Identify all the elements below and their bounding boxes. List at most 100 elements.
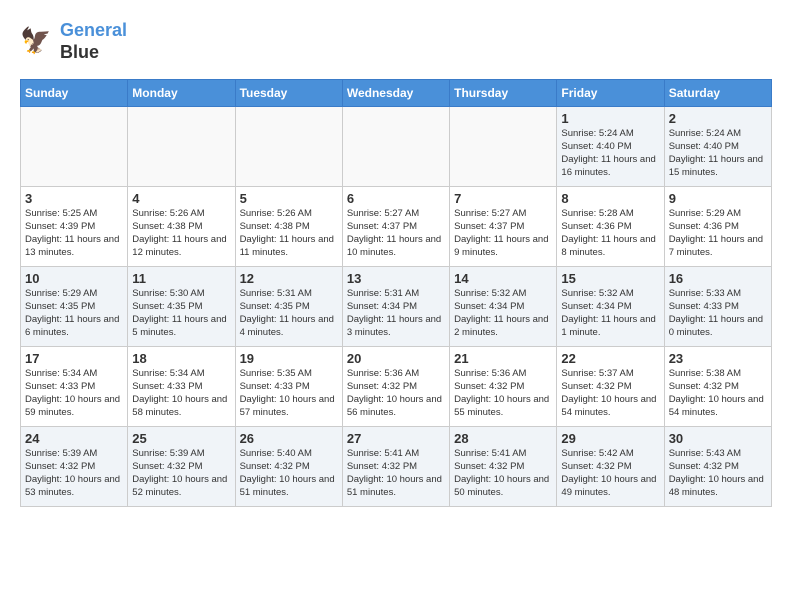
day-details: Sunrise: 5:26 AM Sunset: 4:38 PM Dayligh… — [132, 208, 230, 259]
calendar-cell: 19Sunrise: 5:35 AM Sunset: 4:33 PM Dayli… — [235, 347, 342, 427]
page-header: 🦅 GeneralBlue — [20, 20, 772, 63]
day-number: 2 — [669, 111, 767, 126]
day-number: 20 — [347, 351, 445, 366]
day-number: 5 — [240, 191, 338, 206]
calendar-cell: 23 Sunrise: 5:38 AM Sunset: 4:32 PM Dayli… — [664, 347, 771, 427]
calendar-cell: 22 Sunrise: 5:37 AM Sunset: 4:32 PM Dayli… — [557, 347, 664, 427]
day-details: Sunrise: 5:43 AM Sunset: 4:32 PM Dayligh… — [669, 448, 767, 499]
day-number: 14 — [454, 271, 552, 286]
day-details: Sunrise: 5:24 AM Sunset: 4:40 PM Dayligh… — [561, 128, 659, 179]
day-details: Sunrise: 5:37 AM Sunset: 4:32 PM Dayligh… — [561, 368, 659, 419]
day-details: Sunrise: 5:31 AM Sunset: 4:35 PM Dayligh… — [240, 288, 338, 339]
day-number: 22 — [561, 351, 659, 366]
calendar-cell: 26 Sunrise: 5:40 AM Sunset: 4:32 PM Dayli… — [235, 427, 342, 507]
day-number: 10 — [25, 271, 123, 286]
calendar-cell: 3 Sunrise: 5:25 AM Sunset: 4:39 PM Daylig… — [21, 187, 128, 267]
day-number: 23 — [669, 351, 767, 366]
calendar-cell: 24 Sunrise: 5:39 AM Sunset: 4:32 PM Dayli… — [21, 427, 128, 507]
day-details: Sunrise: 5:29 AM Sunset: 4:36 PM Dayligh… — [669, 208, 767, 259]
day-details: Sunrise: 5:35 AM Sunset: 4:33 PM Dayligh… — [240, 368, 338, 419]
calendar-cell: 17 Sunrise: 5:34 AM Sunset: 4:33 PM Dayli… — [21, 347, 128, 427]
day-number: 21 — [454, 351, 552, 366]
day-details: Sunrise: 5:24 AM Sunset: 4:40 PM Dayligh… — [669, 128, 767, 179]
weekday-header-tuesday: Tuesday — [235, 80, 342, 107]
calendar-cell: 5 Sunrise: 5:26 AM Sunset: 4:38 PM Daylig… — [235, 187, 342, 267]
day-number: 30 — [669, 431, 767, 446]
day-details: Sunrise: 5:36 AM Sunset: 4:32 PM Dayligh… — [347, 368, 445, 419]
day-details: Sunrise: 5:33 AM Sunset: 4:33 PM Dayligh… — [669, 288, 767, 339]
svg-text:🦅: 🦅 — [20, 25, 51, 55]
calendar-cell: 9Sunrise: 5:29 AM Sunset: 4:36 PM Daylig… — [664, 187, 771, 267]
day-number: 11 — [132, 271, 230, 286]
calendar-table: SundayMondayTuesdayWednesdayThursdayFrid… — [20, 79, 772, 507]
day-details: Sunrise: 5:42 AM Sunset: 4:32 PM Dayligh… — [561, 448, 659, 499]
day-number: 13 — [347, 271, 445, 286]
calendar-cell: 1Sunrise: 5:24 AM Sunset: 4:40 PM Daylig… — [557, 107, 664, 187]
day-details: Sunrise: 5:34 AM Sunset: 4:33 PM Dayligh… — [132, 368, 230, 419]
calendar-cell: 20 Sunrise: 5:36 AM Sunset: 4:32 PM Dayli… — [342, 347, 449, 427]
calendar-cell: 30 Sunrise: 5:43 AM Sunset: 4:32 PM Dayli… — [664, 427, 771, 507]
day-details: Sunrise: 5:32 AM Sunset: 4:34 PM Dayligh… — [454, 288, 552, 339]
day-number: 12 — [240, 271, 338, 286]
calendar-cell: 13 Sunrise: 5:31 AM Sunset: 4:34 PM Dayli… — [342, 267, 449, 347]
day-number: 28 — [454, 431, 552, 446]
calendar-cell: 12 Sunrise: 5:31 AM Sunset: 4:35 PM Dayli… — [235, 267, 342, 347]
day-details: Sunrise: 5:41 AM Sunset: 4:32 PM Dayligh… — [347, 448, 445, 499]
weekday-header-saturday: Saturday — [664, 80, 771, 107]
day-details: Sunrise: 5:27 AM Sunset: 4:37 PM Dayligh… — [454, 208, 552, 259]
day-number: 3 — [25, 191, 123, 206]
day-details: Sunrise: 5:29 AM Sunset: 4:35 PM Dayligh… — [25, 288, 123, 339]
day-details: Sunrise: 5:32 AM Sunset: 4:34 PM Dayligh… — [561, 288, 659, 339]
day-details: Sunrise: 5:25 AM Sunset: 4:39 PM Dayligh… — [25, 208, 123, 259]
calendar-cell — [128, 107, 235, 187]
day-number: 27 — [347, 431, 445, 446]
calendar-cell: 8 Sunrise: 5:28 AM Sunset: 4:36 PM Daylig… — [557, 187, 664, 267]
calendar-cell: 28Sunrise: 5:41 AM Sunset: 4:32 PM Dayli… — [450, 427, 557, 507]
day-number: 15 — [561, 271, 659, 286]
weekday-header-friday: Friday — [557, 80, 664, 107]
calendar-cell — [450, 107, 557, 187]
day-number: 16 — [669, 271, 767, 286]
calendar-cell: 29 Sunrise: 5:42 AM Sunset: 4:32 PM Dayli… — [557, 427, 664, 507]
day-details: Sunrise: 5:40 AM Sunset: 4:32 PM Dayligh… — [240, 448, 338, 499]
weekday-header-monday: Monday — [128, 80, 235, 107]
calendar-cell — [235, 107, 342, 187]
day-details: Sunrise: 5:28 AM Sunset: 4:36 PM Dayligh… — [561, 208, 659, 259]
weekday-header-wednesday: Wednesday — [342, 80, 449, 107]
logo-icon: 🦅 — [20, 24, 56, 60]
day-number: 17 — [25, 351, 123, 366]
calendar-cell: 10 Sunrise: 5:29 AM Sunset: 4:35 PM Dayli… — [21, 267, 128, 347]
day-number: 24 — [25, 431, 123, 446]
calendar-cell: 14 Sunrise: 5:32 AM Sunset: 4:34 PM Dayli… — [450, 267, 557, 347]
day-number: 4 — [132, 191, 230, 206]
calendar-cell: 4 Sunrise: 5:26 AM Sunset: 4:38 PM Daylig… — [128, 187, 235, 267]
calendar-cell: 11 Sunrise: 5:30 AM Sunset: 4:35 PM Dayli… — [128, 267, 235, 347]
calendar-cell: 15 Sunrise: 5:32 AM Sunset: 4:34 PM Dayli… — [557, 267, 664, 347]
day-details: Sunrise: 5:36 AM Sunset: 4:32 PM Dayligh… — [454, 368, 552, 419]
calendar-cell: 27 Sunrise: 5:41 AM Sunset: 4:32 PM Dayli… — [342, 427, 449, 507]
day-number: 29 — [561, 431, 659, 446]
weekday-header-sunday: Sunday — [21, 80, 128, 107]
day-details: Sunrise: 5:27 AM Sunset: 4:37 PM Dayligh… — [347, 208, 445, 259]
calendar-cell: 18Sunrise: 5:34 AM Sunset: 4:33 PM Dayli… — [128, 347, 235, 427]
day-details: Sunrise: 5:31 AM Sunset: 4:34 PM Dayligh… — [347, 288, 445, 339]
day-number: 8 — [561, 191, 659, 206]
calendar-cell: 7 Sunrise: 5:27 AM Sunset: 4:37 PM Daylig… — [450, 187, 557, 267]
day-number: 6 — [347, 191, 445, 206]
calendar-cell: 2 Sunrise: 5:24 AM Sunset: 4:40 PM Daylig… — [664, 107, 771, 187]
day-number: 26 — [240, 431, 338, 446]
calendar-cell: 6 Sunrise: 5:27 AM Sunset: 4:37 PM Daylig… — [342, 187, 449, 267]
day-details: Sunrise: 5:26 AM Sunset: 4:38 PM Dayligh… — [240, 208, 338, 259]
calendar-cell: 25Sunrise: 5:39 AM Sunset: 4:32 PM Dayli… — [128, 427, 235, 507]
logo: 🦅 GeneralBlue — [20, 20, 127, 63]
day-details: Sunrise: 5:38 AM Sunset: 4:32 PM Dayligh… — [669, 368, 767, 419]
calendar-cell — [21, 107, 128, 187]
weekday-header-thursday: Thursday — [450, 80, 557, 107]
calendar-cell — [342, 107, 449, 187]
calendar-header: SundayMondayTuesdayWednesdayThursdayFrid… — [21, 80, 772, 107]
day-details: Sunrise: 5:39 AM Sunset: 4:32 PM Dayligh… — [25, 448, 123, 499]
day-number: 7 — [454, 191, 552, 206]
day-details: Sunrise: 5:34 AM Sunset: 4:33 PM Dayligh… — [25, 368, 123, 419]
day-details: Sunrise: 5:30 AM Sunset: 4:35 PM Dayligh… — [132, 288, 230, 339]
day-number: 25 — [132, 431, 230, 446]
